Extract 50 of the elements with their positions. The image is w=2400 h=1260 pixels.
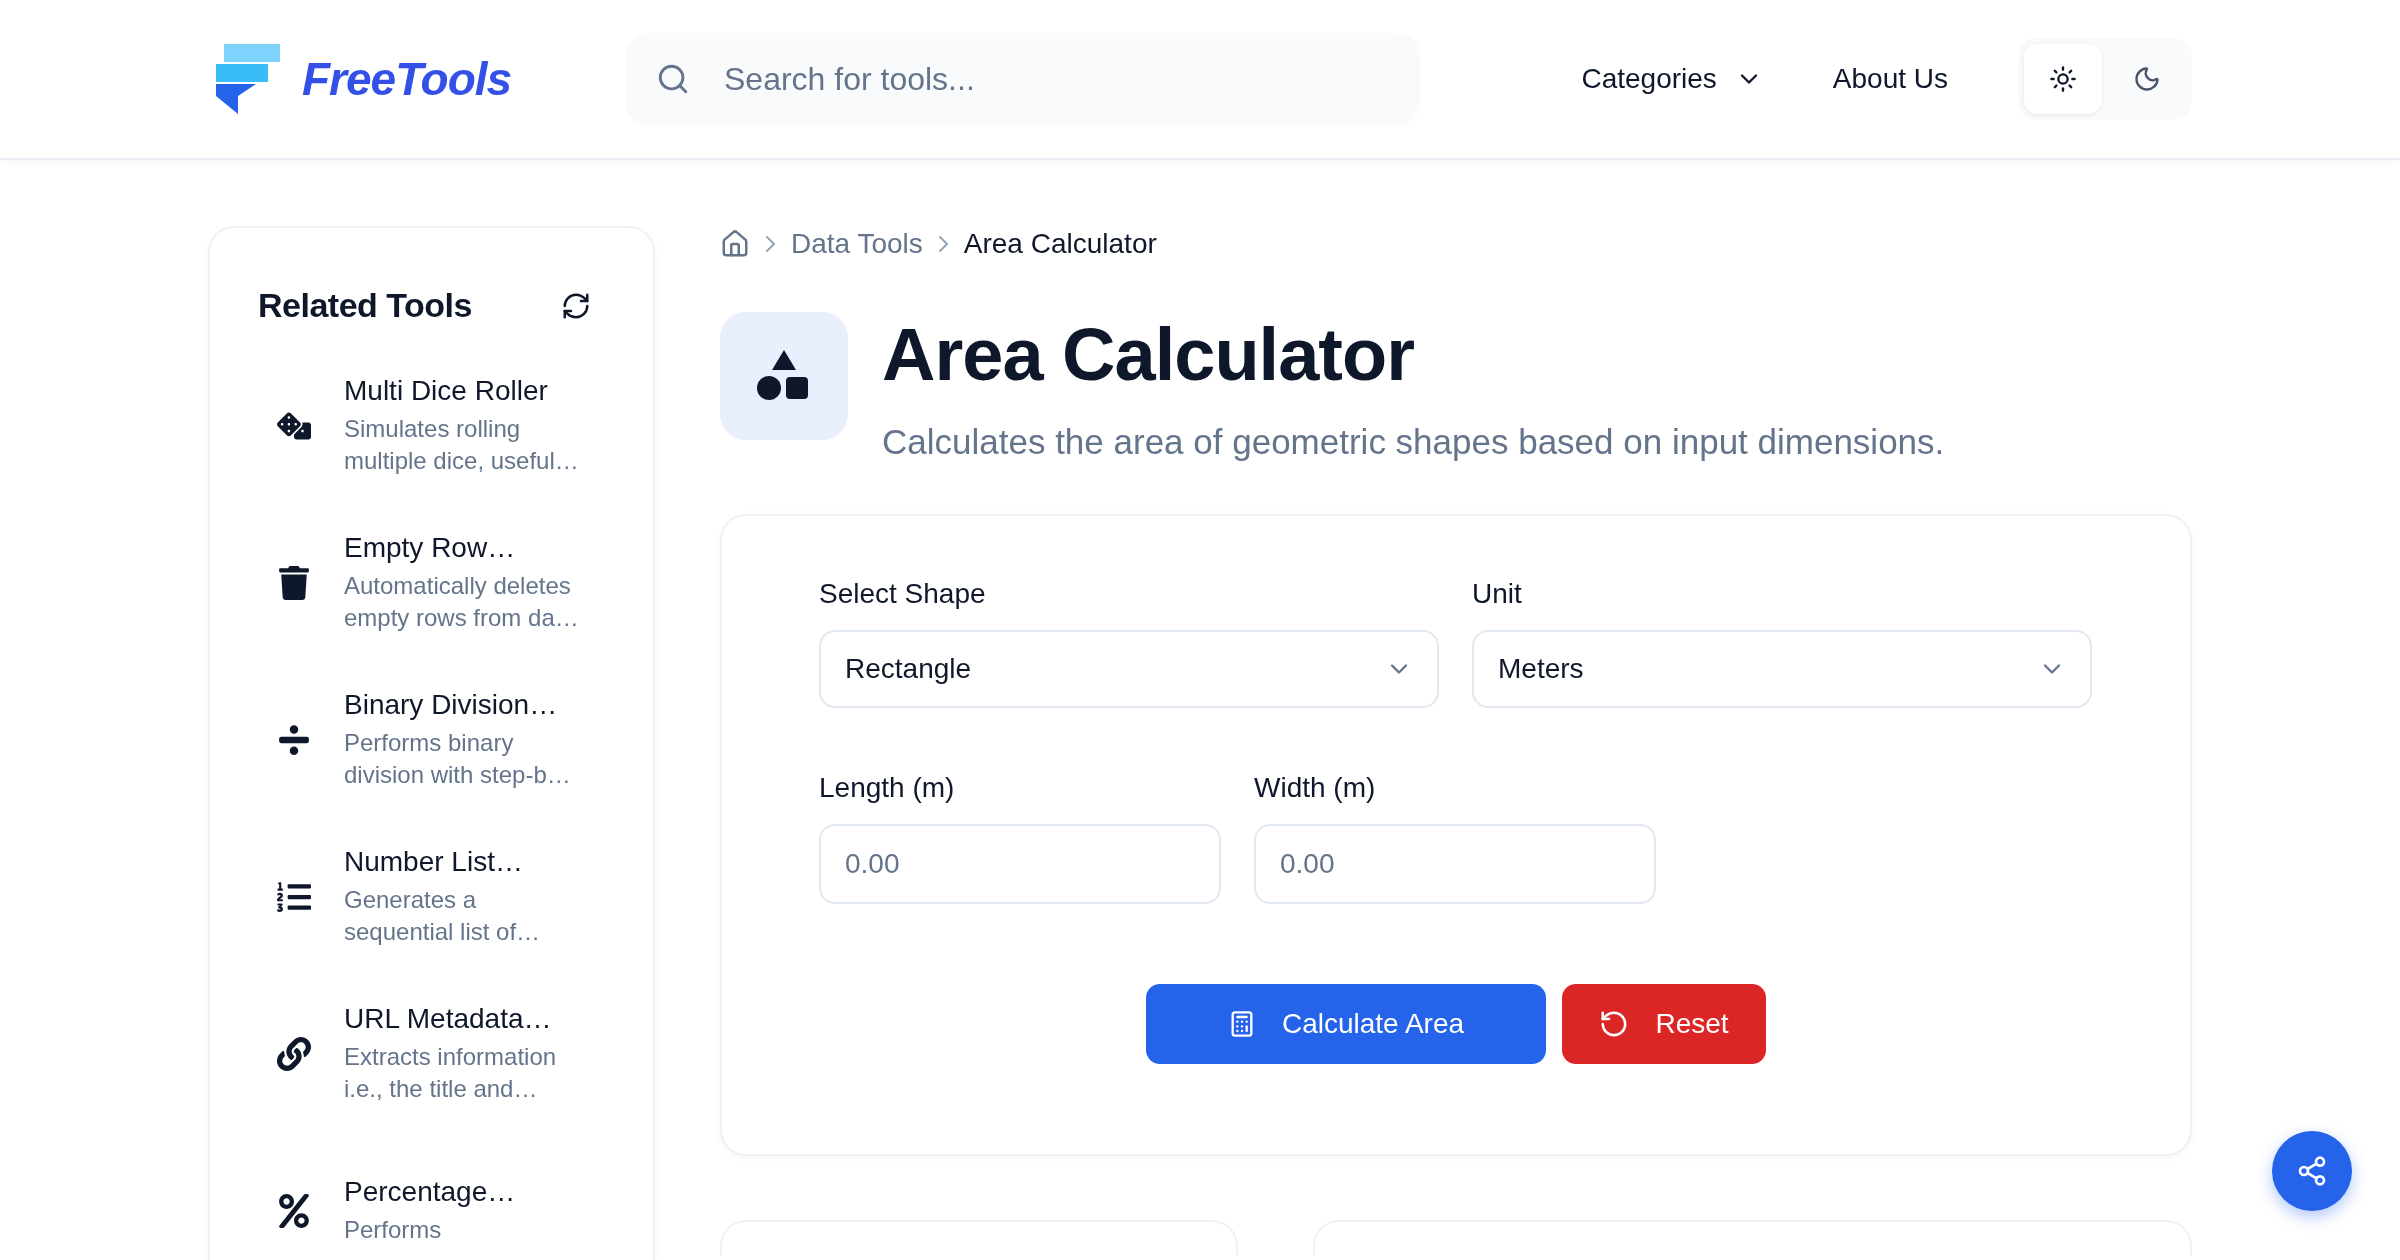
tool-title: Percentage…: [344, 1175, 517, 1208]
home-icon[interactable]: [720, 229, 750, 259]
moon-icon: [2133, 65, 2161, 93]
sun-icon: [2049, 65, 2077, 93]
calculate-button[interactable]: Calculate Area: [1146, 984, 1546, 1064]
categories-menu[interactable]: Categories: [1581, 63, 1763, 95]
tool-title: Number List…: [344, 845, 524, 878]
sidebar-title: Related Tools: [258, 286, 472, 325]
field-label: Select Shape: [819, 578, 987, 610]
tool-description: Simulates rolling multiple dice, useful…: [344, 413, 580, 476]
breadcrumb-link[interactable]: Data Tools: [791, 228, 923, 260]
input-field[interactable]: 0.00: [819, 824, 1221, 904]
link-icon: [274, 1036, 314, 1071]
shapes-icon: [720, 312, 848, 440]
field-label: Length (m): [819, 772, 956, 804]
tool-title: Multi Dice Roller: [344, 374, 549, 407]
tool-item[interactable]: Percentage… Performs: [258, 1132, 605, 1260]
tool-item[interactable]: URL Metadata… Extracts information i.e., the title and…: [258, 975, 605, 1132]
field-label: Width (m): [1254, 772, 1377, 804]
tool-item[interactable]: Multi Dice Roller Simulates rolling multiple dice, useful…: [258, 347, 605, 504]
tool-description: Generates a sequential list of…: [344, 884, 542, 947]
select-field[interactable]: Rectangle: [819, 630, 1439, 708]
tool-item[interactable]: Number List… Generates a sequential list of…: [258, 818, 605, 975]
tool-item[interactable]: Binary Division… Performs binary division with step-b…: [258, 661, 605, 818]
share-icon: [2296, 1155, 2328, 1187]
nav-link[interactable]: About Us: [1832, 63, 1948, 95]
tool-description: Performs: [344, 1214, 443, 1245]
input-field[interactable]: 0.00: [1254, 824, 1656, 904]
tool-item[interactable]: Empty Row… Automatically deletes empty rows from da…: [258, 504, 605, 661]
reset-button[interactable]: Reset: [1562, 984, 1766, 1064]
chevron-right-icon: [938, 236, 948, 252]
share-button[interactable]: [2272, 1131, 2352, 1211]
page-title: Area Calculator: [882, 312, 1415, 398]
tool-title: URL Metadata…: [344, 1002, 553, 1035]
tool-title: Empty Row…: [344, 531, 517, 564]
light-mode-button[interactable]: [2024, 44, 2102, 114]
breadcrumb-link[interactable]: Area Calculator: [963, 228, 1157, 260]
select-field[interactable]: Meters: [1472, 630, 2092, 708]
tool-description: Performs binary division with step-b…: [344, 727, 572, 790]
search-icon: [656, 62, 690, 96]
tool-description: Automatically deletes empty rows from da…: [344, 570, 580, 633]
tool-description: Extracts information i.e., the title and…: [344, 1041, 558, 1104]
numbered-list-icon: [274, 879, 314, 914]
field-label: Unit: [1472, 578, 1523, 610]
logo-icon: [216, 44, 280, 114]
page-description: Calculates the area of geometric shapes based on input dimensions.: [882, 422, 1945, 462]
logo-text[interactable]: FreeTools: [302, 52, 512, 106]
chevron-right-icon: [766, 236, 775, 252]
search-field[interactable]: Search for tools...: [626, 33, 1420, 125]
tool-title: Binary Division…: [344, 688, 559, 721]
